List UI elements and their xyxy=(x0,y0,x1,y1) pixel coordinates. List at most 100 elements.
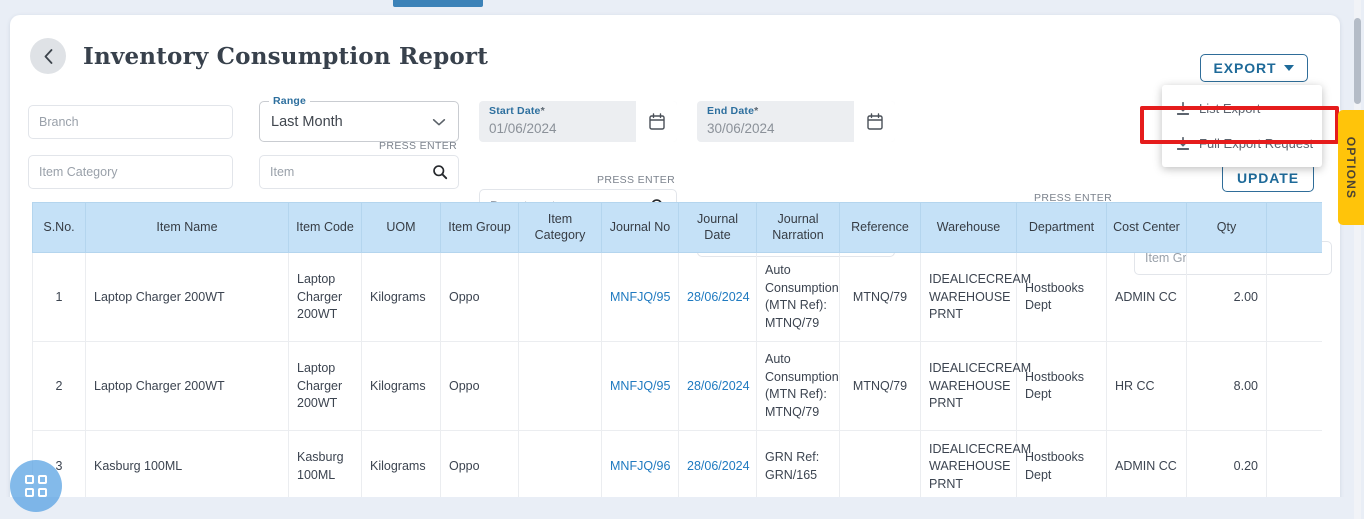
item-press-enter-hint: PRESS ENTER xyxy=(379,140,457,152)
cell-item-category xyxy=(518,430,602,504)
cell-journal-date[interactable]: 28/06/2024 xyxy=(678,341,757,432)
department-press-enter-hint: PRESS ENTER xyxy=(597,174,675,186)
cell-journal-no[interactable]: MNFJQ/96 xyxy=(601,430,679,504)
table-row[interactable]: 1 Laptop Charger 200WT Laptop Charger 200W… xyxy=(32,252,1322,343)
cell-extra xyxy=(1266,430,1322,504)
menu-item-full-export-request[interactable]: Full Export Request xyxy=(1162,126,1322,161)
cell-journal-narration: GRN Ref: GRN/165 xyxy=(756,430,840,504)
item-category-field[interactable]: Item Category xyxy=(28,155,233,189)
item-field[interactable]: PRESS ENTER Item xyxy=(259,140,459,189)
cell-journal-date[interactable]: 28/06/2024 xyxy=(678,252,757,343)
cell-item-code: Laptop Charger 200WT xyxy=(288,341,362,432)
col-extra[interactable] xyxy=(1266,202,1322,254)
range-value: Last Month xyxy=(271,113,343,130)
end-date-field[interactable]: End Date* 30/06/2024 xyxy=(697,101,895,142)
branch-input[interactable]: Branch xyxy=(39,115,222,129)
menu-item-list-export-label: List Export xyxy=(1199,101,1261,116)
report-card: Inventory Consumption Report Branch Item… xyxy=(10,15,1340,519)
cell-item-code: Kasburg 100ML xyxy=(288,430,362,504)
col-uom[interactable]: UOM xyxy=(361,202,441,254)
cell-item-name: Kasburg 100ML xyxy=(85,430,289,504)
calendar-icon xyxy=(866,113,883,130)
range-field[interactable]: Range Last Month xyxy=(259,95,459,142)
export-button[interactable]: EXPORT xyxy=(1200,54,1308,82)
cell-department: Hostbooks Dept xyxy=(1016,341,1107,432)
table-body: 1 Laptop Charger 200WT Laptop Charger 200W… xyxy=(32,252,1322,519)
cell-item-category xyxy=(518,252,602,343)
cell-warehouse: IDEALICECREAM WAREHOUSE PRNT xyxy=(920,341,1031,432)
end-date-calendar-button[interactable] xyxy=(854,101,895,142)
start-date-calendar-button[interactable] xyxy=(636,101,677,142)
cell-reference: MTNQ/79 xyxy=(839,341,921,432)
cell-qty: 2.00 xyxy=(1186,252,1267,343)
options-side-tab[interactable]: OPTIONS xyxy=(1338,110,1364,225)
cell-department: Hostbooks Dept xyxy=(1016,252,1107,343)
table-header-row: S.No. Item Name Item Code UOM Item Group… xyxy=(32,202,1322,254)
menu-item-full-export-request-label: Full Export Request xyxy=(1199,136,1314,151)
cell-qty: 0.20 xyxy=(1186,430,1267,504)
export-dropdown-menu: List Export Full Export Request xyxy=(1162,85,1322,167)
cell-sno: 2 xyxy=(32,341,86,432)
cell-uom: Kilograms xyxy=(361,430,441,504)
back-button[interactable] xyxy=(30,38,66,74)
cell-item-group: Oppo xyxy=(440,341,519,432)
col-item-category[interactable]: Item Category xyxy=(518,202,602,254)
grid-apps-icon xyxy=(25,475,47,497)
branch-field[interactable]: Branch xyxy=(28,105,233,139)
col-cost-center[interactable]: Cost Center xyxy=(1106,202,1187,254)
page-header: Inventory Consumption Report xyxy=(30,38,488,74)
cell-cost-center: ADMIN CC xyxy=(1106,430,1187,504)
col-warehouse[interactable]: Warehouse xyxy=(920,202,1017,254)
end-date-label: End Date* xyxy=(707,105,759,117)
col-item-group[interactable]: Item Group xyxy=(440,202,519,254)
cell-warehouse: IDEALICECREAM WAREHOUSE PRNT xyxy=(920,430,1031,504)
col-item-name[interactable]: Item Name xyxy=(85,202,289,254)
export-button-label: EXPORT xyxy=(1213,60,1277,76)
col-sno[interactable]: S.No. xyxy=(32,202,86,254)
calendar-icon xyxy=(648,113,665,130)
cell-journal-no[interactable]: MNFJQ/95 xyxy=(601,341,679,432)
report-table: S.No. Item Name Item Code UOM Item Group… xyxy=(32,202,1322,519)
cell-journal-no[interactable]: MNFJQ/95 xyxy=(601,252,679,343)
cell-journal-date[interactable]: 28/06/2024 xyxy=(678,430,757,504)
cell-reference xyxy=(839,430,921,504)
report-table-container[interactable]: S.No. Item Name Item Code UOM Item Group… xyxy=(32,202,1322,519)
chevron-left-icon xyxy=(44,48,52,64)
cell-cost-center: ADMIN CC xyxy=(1106,252,1187,343)
cell-uom: Kilograms xyxy=(361,252,441,343)
col-journal-no[interactable]: Journal No xyxy=(601,202,679,254)
col-journal-narration[interactable]: Journal Narration xyxy=(756,202,840,254)
search-icon[interactable] xyxy=(432,164,448,180)
cell-item-category xyxy=(518,341,602,432)
col-journal-date[interactable]: Journal Date xyxy=(678,202,757,254)
cell-extra xyxy=(1266,252,1322,343)
cell-uom: Kilograms xyxy=(361,341,441,432)
menu-item-list-export[interactable]: List Export xyxy=(1162,91,1322,126)
col-item-code[interactable]: Item Code xyxy=(288,202,362,254)
cell-item-name: Laptop Charger 200WT xyxy=(85,252,289,343)
col-department[interactable]: Department xyxy=(1016,202,1107,254)
col-reference[interactable]: Reference xyxy=(839,202,921,254)
download-icon xyxy=(1177,136,1189,150)
col-qty[interactable]: Qty xyxy=(1186,202,1267,254)
page-scrollbar-thumb[interactable] xyxy=(1354,18,1361,104)
cell-item-code: Laptop Charger 200WT xyxy=(288,252,362,343)
update-button[interactable]: UPDATE xyxy=(1222,163,1314,192)
item-category-input[interactable]: Item Category xyxy=(39,165,222,179)
cell-item-group: Oppo xyxy=(440,252,519,343)
cell-item-group: Oppo xyxy=(440,430,519,504)
cell-sno: 1 xyxy=(32,252,86,343)
download-icon xyxy=(1177,101,1189,115)
apps-fab-button[interactable] xyxy=(10,460,62,512)
caret-down-icon xyxy=(1284,65,1295,71)
top-nav-sliver xyxy=(393,0,483,7)
start-date-field[interactable]: Start Date* 01/06/2024 xyxy=(479,101,677,142)
chevron-down-icon[interactable] xyxy=(430,113,448,131)
table-row[interactable]: 3 Kasburg 100ML Kasburg 100ML Kilograms Oppo… xyxy=(32,430,1322,504)
range-label: Range xyxy=(269,95,311,107)
page-bottom-strip xyxy=(0,497,1364,519)
table-header: S.No. Item Name Item Code UOM Item Group… xyxy=(32,202,1322,254)
item-input[interactable]: Item xyxy=(270,165,432,179)
table-row[interactable]: 2 Laptop Charger 200WT Laptop Charger 200W… xyxy=(32,341,1322,432)
cell-cost-center: HR CC xyxy=(1106,341,1187,432)
